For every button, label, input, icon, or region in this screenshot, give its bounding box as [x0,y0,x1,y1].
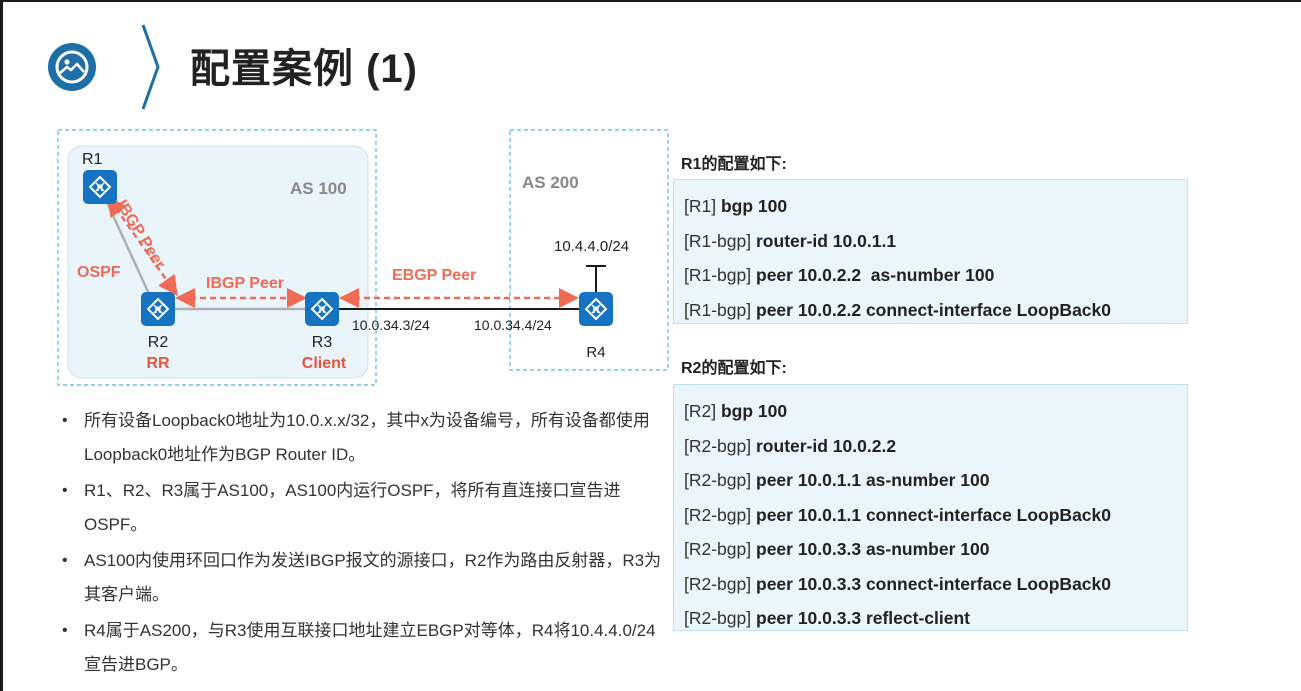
page-title: 配置案例 (1) [190,47,418,91]
config-line: [R2-bgp] peer 10.0.3.3 connect-interface… [684,567,1177,602]
config-prompt: [R2] [684,401,717,421]
config-prompt: [R2-bgp] [684,539,752,559]
config-line: [R1] bgp 100 [684,189,1177,224]
config-prompt: [R1-bgp] [684,265,752,285]
config-command: peer 10.0.3.3 reflect-client [756,608,970,628]
config-prompt: [R2-bgp] [684,470,752,490]
config-line: [R2-bgp] peer 10.0.1.1 as-number 100 [684,463,1177,498]
config-command: peer 10.0.2.2 as-number 100 [756,265,995,285]
ebgp-peer-label: EBGP Peer [392,267,476,284]
config-line: [R2-bgp] peer 10.0.1.1 connect-interface… [684,498,1177,533]
config-command: bgp 100 [720,401,788,421]
config-command: peer 10.0.2.2 connect-interface LoopBack… [756,299,1111,320]
list-item: R1、R2、R3属于AS100，AS100内运行OSPF，将所有直连接口宣告进O… [62,474,672,542]
config-command: peer 10.0.1.1 as-number 100 [756,470,990,490]
r4-label: R4 [586,344,605,361]
list-item: R4属于AS200，与R3使用互联接口地址建立EBGP对等体，R4将10.4.4… [62,614,672,682]
r3-label: R3 [312,334,333,351]
r2-label: R2 [148,334,169,351]
config-command: bgp 100 [720,196,788,216]
config-prompt: [R2-bgp] [684,504,752,525]
r4-network-label: 10.4.4.0/24 [554,238,629,255]
frame-top-border [0,0,1301,2]
r1-label: R1 [82,151,103,168]
config-line: [R1-bgp] peer 10.0.2.2 connect-interface… [684,293,1177,328]
requirements-list: 所有设备Loopback0地址为10.0.x.x/32，其中x为设备编号，所有设… [62,404,672,684]
as200-label: AS 200 [522,173,579,192]
ospf-label: OSPF [77,264,121,281]
ibgp-peer-label-r2-r3: IBGP Peer [206,275,284,292]
config-command: router-id 10.0.1.1 [756,230,897,251]
r2-role-label: RR [146,355,170,372]
config-prompt: [R1-bgp] [684,299,752,320]
config-prompt: [R1] [684,196,717,216]
config-prompt: [R2-bgp] [684,435,752,456]
config-command: peer 10.0.3.3 connect-interface LoopBack… [756,573,1111,594]
config-line: [R1-bgp] router-id 10.0.1.1 [684,224,1177,259]
r1-config-box: [R1] bgp 100 [R1-bgp] router-id 10.0.1.1… [673,179,1188,324]
r3-interface-ip: 10.0.34.3/24 [352,317,430,333]
config-prompt: [R1-bgp] [684,230,752,251]
image-icon [48,43,96,91]
config-command: peer 10.0.1.1 connect-interface LoopBack… [756,504,1111,525]
r1-config-heading: R1的配置如下: [681,156,787,173]
router-r1-icon [82,169,118,205]
network-topology-diagram: R AS 100 AS 200 R1 R2 RR R3 Client R4 OS… [57,129,669,386]
router-r3-icon [304,291,340,327]
config-prompt: [R2-bgp] [684,573,752,594]
r3-role-label: Client [302,355,347,372]
title-chevron-icon [141,24,160,110]
r2-config-box: [R2] bgp 100 [R2-bgp] router-id 10.0.2.2… [673,384,1188,631]
router-r4-icon [578,291,614,327]
config-line: [R2-bgp] router-id 10.0.2.2 [684,429,1177,464]
list-item: AS100内使用环回口作为发送IBGP报文的源接口，R2作为路由反射器，R3为其… [62,544,672,612]
config-command: peer 10.0.3.3 as-number 100 [756,539,990,559]
r2-config-heading: R2的配置如下: [681,360,787,377]
as100-label: AS 100 [290,179,347,198]
config-line: [R2] bgp 100 [684,394,1177,429]
list-item: 所有设备Loopback0地址为10.0.x.x/32，其中x为设备编号，所有设… [62,404,672,472]
config-prompt: [R2-bgp] [684,608,752,628]
config-line: [R2-bgp] peer 10.0.3.3 as-number 100 [684,532,1177,567]
config-line: [R2-bgp] peer 10.0.3.3 reflect-client [684,601,1177,636]
config-line: [R1-bgp] peer 10.0.2.2 as-number 100 [684,258,1177,293]
r4-interface-ip: 10.0.34.4/24 [474,317,552,333]
router-r2-icon [140,291,176,327]
config-command: router-id 10.0.2.2 [756,435,897,456]
